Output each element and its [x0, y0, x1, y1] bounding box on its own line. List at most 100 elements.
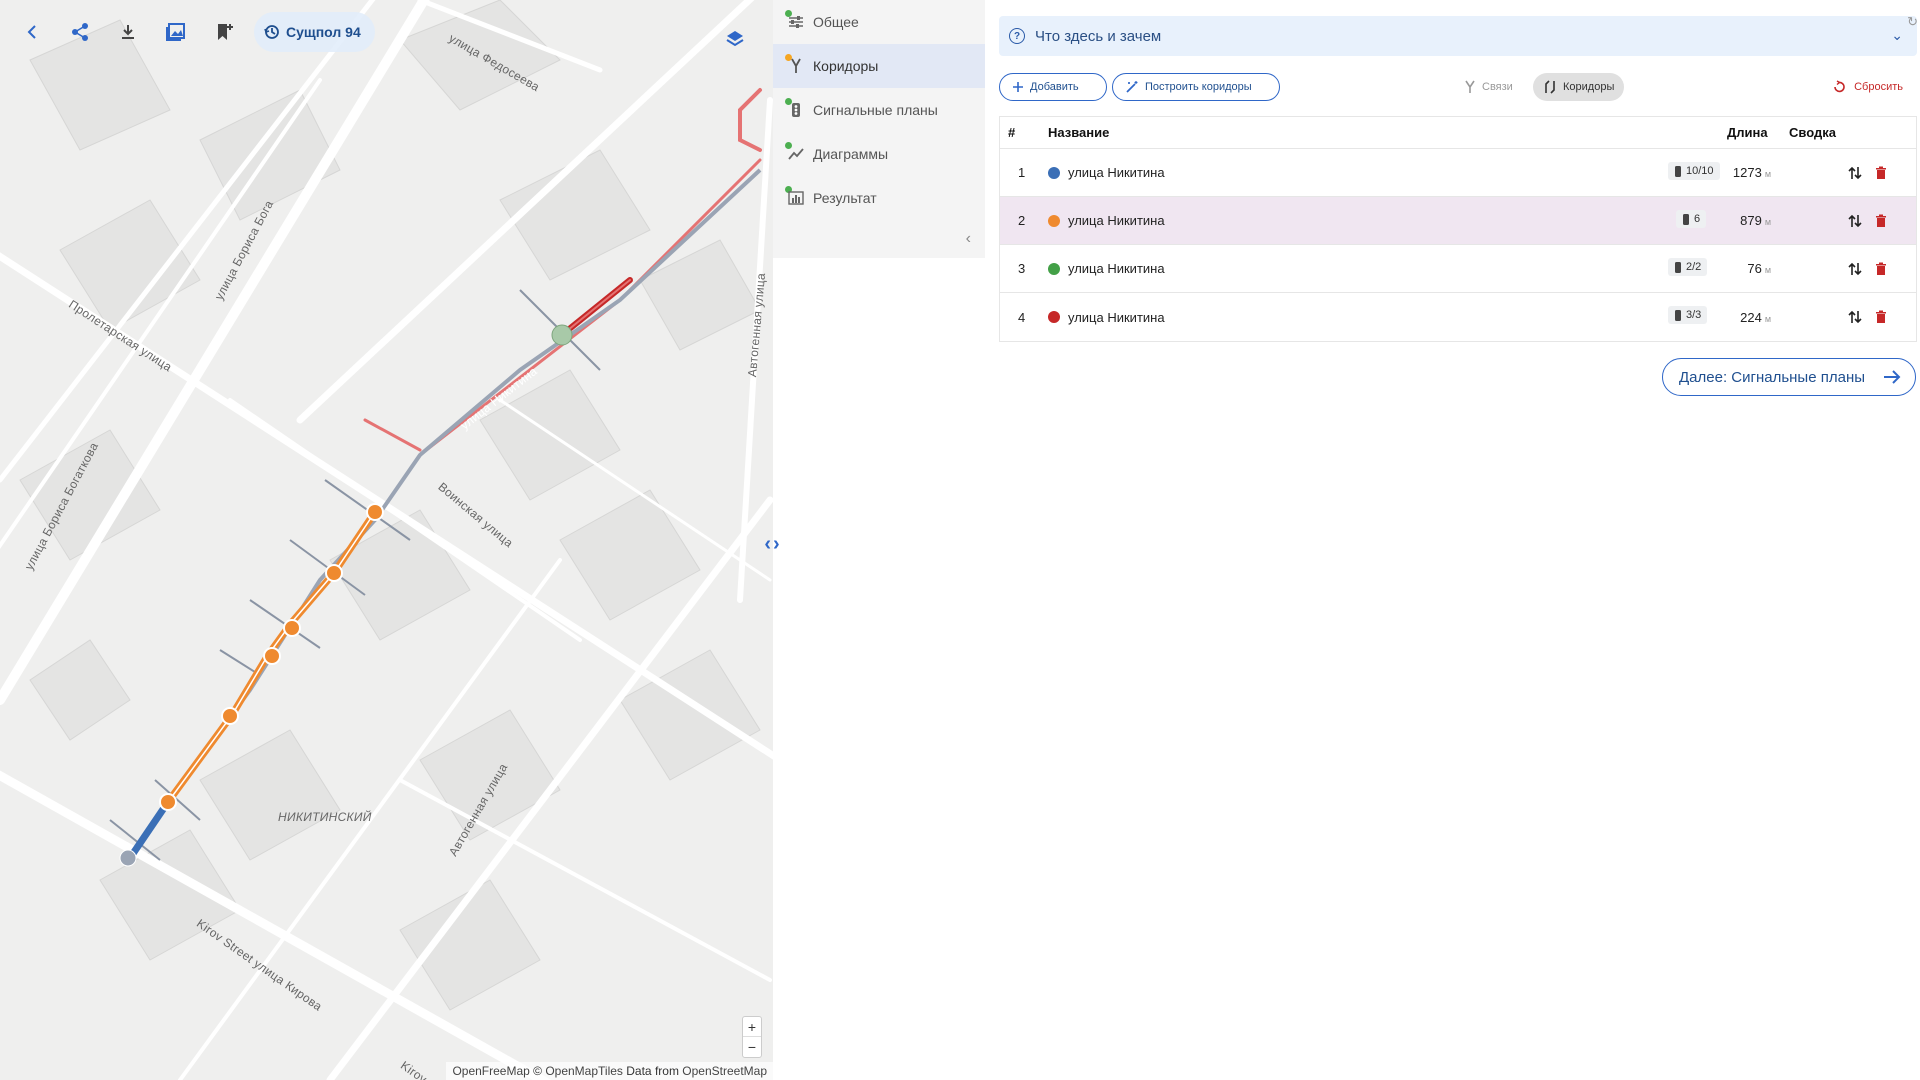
- corridors-table: # Название Длина Сводка 1 улица Никитина…: [999, 116, 1917, 342]
- length-value: 1273: [1732, 165, 1762, 180]
- sidebar: Общее Коридоры Сигнальные планы Диаграмм…: [773, 0, 985, 258]
- sidebar-item-label: Диаграммы: [813, 146, 889, 162]
- zoom-in-button[interactable]: +: [743, 1017, 761, 1037]
- length-unit: м: [1764, 313, 1771, 324]
- main-panel: ? Что здесь и зачем ⌄ ↻ Добавить Построи…: [985, 0, 1920, 1080]
- traffic-light-icon: [787, 101, 805, 119]
- reset-button[interactable]: Сбросить: [1832, 73, 1903, 101]
- attribution-link[interactable]: OpenMapTiles: [545, 1064, 623, 1078]
- map-canvas[interactable]: [0, 0, 773, 1080]
- swap-direction-icon[interactable]: [1847, 261, 1863, 277]
- signal-count-badge: 6: [1676, 210, 1707, 228]
- layers-icon: [726, 31, 744, 47]
- district-label: НИКИТИНСКИЙ: [278, 810, 372, 824]
- header-summary: Сводка: [1789, 125, 1836, 140]
- map-view[interactable]: улица Федосеева улица Бориса Бога Пролет…: [0, 0, 773, 1080]
- sidebar-item-signal-plans[interactable]: Сигнальные планы: [773, 88, 985, 132]
- arrow-right-icon: [1884, 370, 1901, 384]
- bookmark-add-button[interactable]: [202, 10, 246, 54]
- traffic-light-icon: [1675, 165, 1681, 177]
- download-icon: [122, 25, 134, 39]
- header-name: Название: [1048, 125, 1110, 140]
- signal-count-badge: 10/10: [1668, 162, 1720, 180]
- row-name-label: улица Никитина: [1068, 309, 1165, 325]
- header-num: #: [1008, 125, 1016, 140]
- reset-label: Сбросить: [1854, 81, 1903, 93]
- bar-chart-icon: [787, 189, 805, 207]
- layers-button[interactable]: [720, 24, 750, 54]
- row-name: улица Никитина: [1048, 310, 1165, 325]
- row-num: 2: [1018, 213, 1026, 228]
- zoom-out-button[interactable]: −: [743, 1037, 761, 1057]
- delete-icon[interactable]: [1873, 165, 1889, 181]
- image-export-button[interactable]: [154, 10, 198, 54]
- fork-icon: [787, 57, 805, 75]
- table-row[interactable]: 1 улица Никитина 10/10 1273 м: [1000, 149, 1916, 197]
- badge-value: 3/3: [1686, 309, 1702, 321]
- table-row[interactable]: 4 улица Никитина 3/3 224 м: [1000, 293, 1916, 341]
- chevron-left-icon: [27, 25, 36, 39]
- sidebar-item-label: Результат: [813, 190, 877, 206]
- table-header: # Название Длина Сводка: [1000, 117, 1916, 149]
- help-accordion[interactable]: ? Что здесь и зачем ⌄: [999, 16, 1917, 56]
- toggle-links[interactable]: Связи: [1454, 73, 1523, 101]
- back-button[interactable]: [10, 10, 54, 54]
- map-toolbar: Сущпол 94: [10, 10, 375, 54]
- row-length: 1273 м: [1725, 165, 1771, 180]
- add-button[interactable]: Добавить: [999, 73, 1107, 101]
- sidebar-item-label: Сигнальные планы: [813, 102, 938, 118]
- header-length: Длина: [1727, 125, 1768, 140]
- download-button[interactable]: [106, 10, 150, 54]
- history-icon: [264, 25, 279, 39]
- row-name: улица Никитина: [1048, 213, 1165, 228]
- add-button-label: Добавить: [1030, 81, 1079, 93]
- delete-icon[interactable]: [1873, 309, 1889, 325]
- sidebar-item-label: Коридоры: [813, 58, 879, 74]
- table-row[interactable]: 2 улица Никитина 6 879 м: [1000, 197, 1916, 245]
- signal-count-badge: 3/3: [1668, 306, 1708, 324]
- delete-icon[interactable]: [1873, 213, 1889, 229]
- delete-icon[interactable]: [1873, 261, 1889, 277]
- signal-count-badge: 2/2: [1668, 258, 1708, 276]
- row-name-label: улица Никитина: [1068, 165, 1165, 180]
- attribution-link[interactable]: OpenStreetMap: [682, 1064, 767, 1078]
- refresh-icon[interactable]: ↻: [1907, 14, 1918, 30]
- attribution-text: Data from: [622, 1064, 683, 1078]
- corridor-color-dot: [1048, 311, 1060, 323]
- chevron-down-icon: ⌄: [1891, 27, 1903, 43]
- swap-direction-icon[interactable]: [1847, 309, 1863, 325]
- traffic-light-icon: [1675, 309, 1681, 321]
- sidebar-item-results[interactable]: Результат: [773, 176, 985, 220]
- scenario-chip[interactable]: Сущпол 94: [254, 12, 375, 52]
- zoom-control: + −: [742, 1016, 762, 1058]
- toggle-links-label: Связи: [1482, 81, 1513, 93]
- scenario-label: Сущпол 94: [286, 24, 361, 40]
- image-icon: [166, 23, 185, 41]
- share-button[interactable]: [58, 10, 102, 54]
- chart-line-icon: [787, 145, 805, 163]
- sidebar-item-corridors[interactable]: Коридоры: [773, 44, 985, 88]
- toggle-corridors-label: Коридоры: [1563, 81, 1615, 93]
- badge-value: 10/10: [1686, 165, 1714, 177]
- next-button-label: Далее: Сигнальные планы: [1679, 368, 1866, 386]
- corridor-icon: [1545, 80, 1555, 94]
- row-length: 224 м: [1725, 310, 1771, 325]
- length-value: 879: [1740, 213, 1762, 228]
- help-title: Что здесь и зачем: [1035, 27, 1162, 45]
- bookmark-add-icon: [218, 24, 233, 40]
- table-row[interactable]: 3 улица Никитина 2/2 76 м: [1000, 245, 1916, 293]
- toggle-corridors[interactable]: Коридоры: [1533, 73, 1625, 101]
- traffic-light-icon: [1683, 213, 1689, 225]
- attribution-link[interactable]: OpenFreeMap: [452, 1064, 529, 1078]
- sidebar-item-diagrams[interactable]: Диаграммы: [773, 132, 985, 176]
- build-corridors-button[interactable]: Построить коридоры: [1112, 73, 1280, 101]
- sidebar-item-general[interactable]: Общее: [773, 0, 985, 44]
- panel-splitter[interactable]: ‹ ›: [757, 532, 787, 556]
- sidebar-collapse-button[interactable]: ‹: [966, 230, 971, 248]
- sliders-icon: [787, 13, 805, 31]
- length-value: 224: [1740, 309, 1762, 325]
- swap-direction-icon[interactable]: [1847, 165, 1863, 181]
- next-signal-plans-button[interactable]: Далее: Сигнальные планы: [1662, 358, 1916, 396]
- length-unit: м: [1764, 169, 1771, 179]
- swap-direction-icon[interactable]: [1847, 213, 1863, 229]
